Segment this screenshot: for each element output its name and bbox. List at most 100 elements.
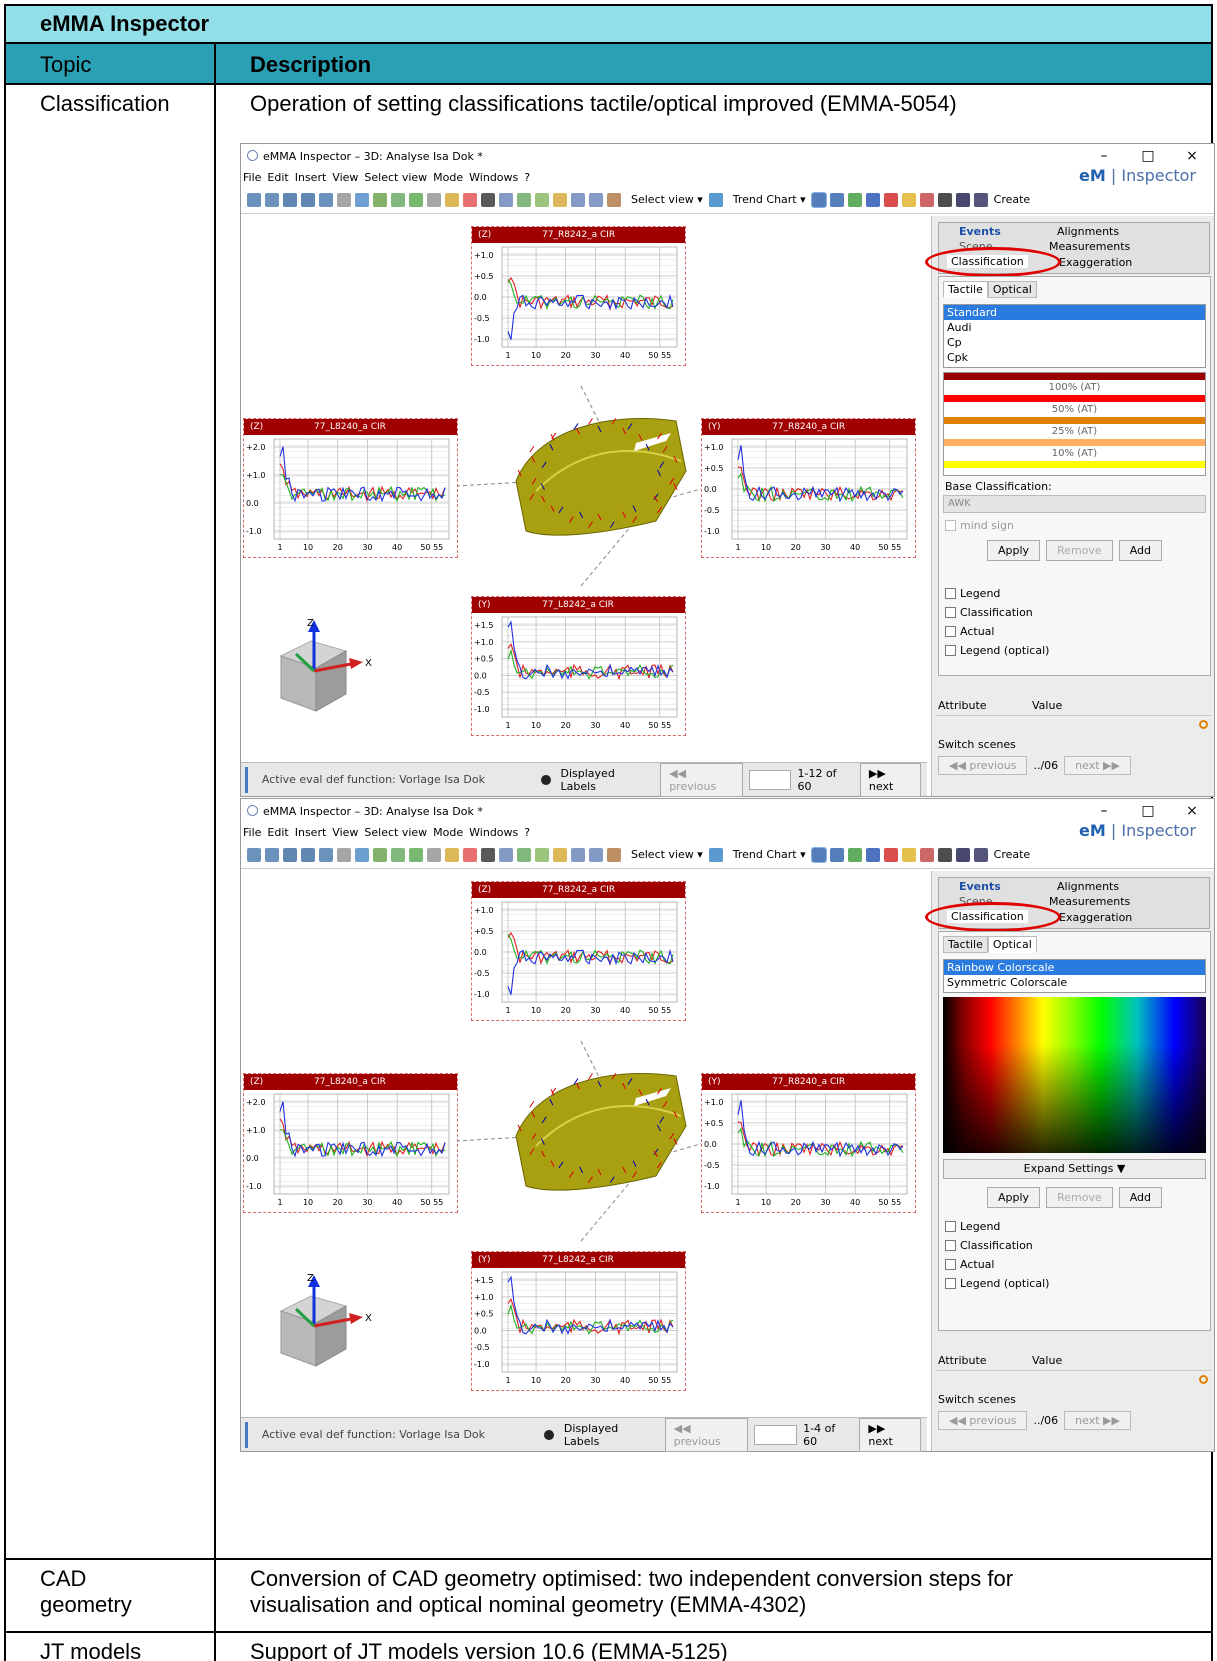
toolbar-tool-icon[interactable]	[355, 192, 369, 207]
subtab-tactile[interactable]: Tactile	[943, 281, 988, 298]
toolbar-tool-icon[interactable]	[301, 847, 315, 862]
toolbar-tool-icon[interactable]	[517, 847, 531, 862]
trend-chart[interactable]: (Z) 77_R8242_a CIR 1 10 20 30 40 50 55 +1.0 +0.5 0…	[471, 226, 686, 366]
toolbar-tool-icon[interactable]	[427, 192, 441, 207]
toolbar-tool-icon[interactable]	[499, 192, 513, 207]
list-item[interactable]: Symmetric Colorscale	[944, 975, 1205, 990]
trend-chart[interactable]: (Y) 77_R8240_a CIR 1 10 20 30 40 50 55 +1.0 +0.5 0…	[701, 1073, 916, 1213]
trend-chart-dropdown[interactable]: Trend Chart ▾	[733, 193, 806, 206]
toolbar-tool-icon[interactable]	[409, 192, 423, 207]
toolbar-tool-icon[interactable]	[481, 192, 495, 207]
base-classification-combo[interactable]: AWK	[943, 495, 1206, 513]
select-view-dropdown[interactable]: Select view ▾	[631, 193, 703, 206]
trend-chart[interactable]: (Y) 77_L8242_a CIR 1 10 20 30 40 50 55 +1.5 +1.0 +…	[471, 1251, 686, 1391]
orientation-cube[interactable]: ZX	[271, 616, 381, 716]
3d-viewport[interactable]: (Z) 77_R8242_a CIR 1 10 20 30 40 50 55 +1.0 +0.5 0…	[241, 216, 927, 762]
subtab-optical[interactable]: Optical	[987, 281, 1037, 298]
menu-insert[interactable]: Insert	[295, 826, 327, 839]
toolbar-tool-icon[interactable]	[247, 847, 261, 862]
play-icon[interactable]	[955, 847, 970, 862]
close-button[interactable]: ×	[1170, 799, 1214, 823]
value-column[interactable]: Value	[1030, 1354, 1124, 1367]
tab-exaggeration[interactable]: Exaggeration	[1059, 911, 1132, 924]
trend-icon[interactable]	[708, 192, 723, 207]
close-button[interactable]: ×	[1170, 144, 1214, 168]
menu-mode[interactable]: Mode	[433, 171, 463, 184]
menu-view[interactable]: View	[332, 826, 358, 839]
value-column[interactable]: Value	[1030, 699, 1124, 712]
scene-previous-button[interactable]: ◀◀ previous	[938, 756, 1028, 775]
scene-next-button[interactable]: next ▶▶	[1064, 1411, 1131, 1430]
subtab-optical[interactable]: Optical	[987, 936, 1037, 953]
next-button[interactable]: ▶▶ next	[859, 762, 921, 797]
toolbar-tool-icon[interactable]	[445, 847, 459, 862]
tab-alignments[interactable]: Alignments	[1057, 880, 1119, 893]
page-input[interactable]	[754, 1424, 798, 1445]
toolbar-tool-icon[interactable]	[301, 192, 315, 207]
ring-icon[interactable]	[865, 192, 880, 207]
search-icon[interactable]	[1199, 720, 1208, 729]
menu-help[interactable]: ?	[524, 171, 530, 184]
tab-events[interactable]: Events	[959, 225, 1001, 238]
list-item[interactable]: From To Colorscale	[944, 990, 1205, 992]
puzzle-icon[interactable]	[847, 192, 862, 207]
toolbar-tool-icon[interactable]	[391, 847, 405, 862]
toolbar-tool-icon[interactable]	[535, 192, 549, 207]
menu-select-view[interactable]: Select view	[364, 826, 427, 839]
menu-select-view[interactable]: Select view	[364, 171, 427, 184]
play-icon[interactable]	[955, 192, 970, 207]
toolbar-tool-icon[interactable]	[355, 847, 369, 862]
camera-icon[interactable]	[937, 847, 952, 862]
list-item[interactable]: Cp	[944, 335, 1205, 350]
maximize-button[interactable]: □	[1126, 144, 1170, 168]
checkbox-legend-optical[interactable]: Legend (optical)	[945, 644, 1204, 657]
toolbar-tool-icon[interactable]	[517, 192, 531, 207]
menu-edit[interactable]: Edit	[267, 826, 288, 839]
minimize-button[interactable]: –	[1082, 144, 1126, 168]
toolbar-tool-icon[interactable]	[283, 192, 297, 207]
list-item[interactable]: Rainbow Colorscale	[944, 960, 1205, 975]
menu-view[interactable]: View	[332, 171, 358, 184]
next-button[interactable]: ▶▶ next	[859, 1417, 921, 1452]
sort-icon[interactable]	[810, 846, 827, 863]
toolbar-tool-icon[interactable]	[373, 847, 387, 862]
previous-button[interactable]: ◀◀ previous	[664, 1417, 749, 1452]
arrows-icon[interactable]	[829, 847, 844, 862]
trend-chart[interactable]: (Y) 77_L8242_a CIR 1 10 20 30 40 50 55 +1.5 +1.0 +…	[471, 596, 686, 736]
bulb-icon[interactable]	[901, 847, 916, 862]
list-item[interactable]: Standard	[944, 305, 1205, 320]
create-button[interactable]: Create	[994, 193, 1031, 206]
pause-icon[interactable]	[973, 192, 988, 207]
toolbar-tool-icon[interactable]	[607, 847, 621, 862]
graph-icon[interactable]	[883, 847, 898, 862]
trend-chart[interactable]: (Z) 77_L8240_a CIR 1 10 20 30 40 50 55 +2.0 +1.0 0…	[243, 1073, 458, 1213]
toolbar-tool-icon[interactable]	[463, 192, 477, 207]
toolbar-tool-icon[interactable]	[571, 847, 585, 862]
tab-measurements[interactable]: Measurements	[1049, 240, 1130, 253]
toolbar-tool-icon[interactable]	[499, 847, 513, 862]
checkbox-classification[interactable]: Classification	[945, 1239, 1204, 1252]
menu-help[interactable]: ?	[524, 826, 530, 839]
attribute-column[interactable]: Attribute	[936, 699, 1030, 712]
pause-icon[interactable]	[973, 847, 988, 862]
orientation-cube[interactable]: ZX	[271, 1271, 381, 1371]
expand-settings-button[interactable]: Expand Settings ▼	[943, 1159, 1206, 1179]
toolbar-tool-icon[interactable]	[463, 847, 477, 862]
menu-insert[interactable]: Insert	[295, 171, 327, 184]
sort-icon[interactable]	[810, 191, 827, 208]
checkbox-legend[interactable]: Legend	[945, 1220, 1204, 1233]
toolbar-tool-icon[interactable]	[445, 192, 459, 207]
menu-mode[interactable]: Mode	[433, 826, 463, 839]
tab-events[interactable]: Events	[959, 880, 1001, 893]
toolbar-tool-icon[interactable]	[481, 847, 495, 862]
remove-button[interactable]: Remove	[1046, 1187, 1113, 1208]
toolbar-tool-icon[interactable]	[283, 847, 297, 862]
tab-measurements[interactable]: Measurements	[1049, 895, 1130, 908]
toolbar-tool-icon[interactable]	[337, 847, 351, 862]
mind-sign-checkbox[interactable]: mind sign	[945, 519, 1204, 532]
minimize-button[interactable]: –	[1082, 799, 1126, 823]
trend-chart[interactable]: (Z) 77_R8242_a CIR 1 10 20 30 40 50 55 +1.0 +0.5 0…	[471, 881, 686, 1021]
list-item[interactable]: Cpk	[944, 350, 1205, 365]
colorscale-list[interactable]: Rainbow ColorscaleSymmetric ColorscaleFr…	[943, 959, 1206, 993]
checkbox-actual[interactable]: Actual	[945, 625, 1204, 638]
